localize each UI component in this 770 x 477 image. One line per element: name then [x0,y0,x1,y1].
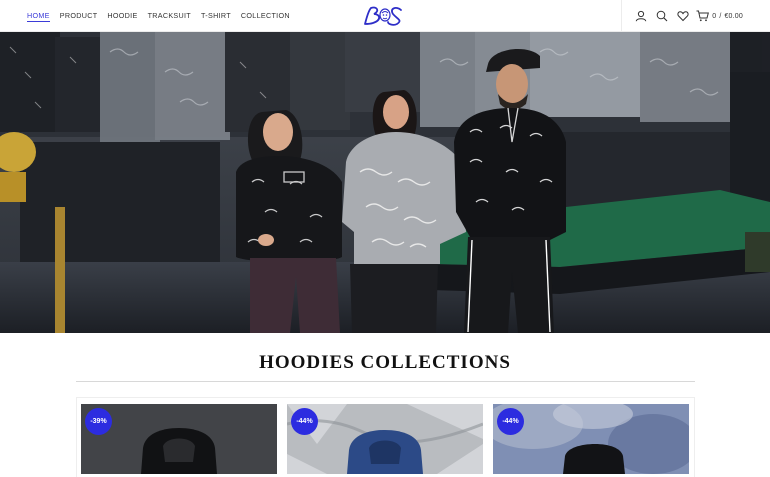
heart-icon[interactable] [672,0,693,32]
main-nav: HOME PRODUCT HOODIE TRACKSUIT T-SHIRT CO… [27,0,290,32]
nav-item-tshirt[interactable]: T-SHIRT [201,11,231,21]
section-title: HOODIES COLLECTIONS [259,352,511,373]
header-divider [621,0,623,32]
site-header: HOME PRODUCT HOODIE TRACKSUIT T-SHIRT CO… [0,0,770,32]
cart-icon [696,10,710,22]
product-card[interactable]: -44% [493,404,689,474]
hero-banner[interactable] [0,32,770,333]
user-icon[interactable] [630,0,651,32]
nav-item-collection[interactable]: COLLECTION [241,11,290,21]
cart-button[interactable]: 0 / €0.00 [696,10,743,22]
product-card[interactable]: -44% [287,404,483,474]
search-icon[interactable] [651,0,672,32]
title-divider [76,381,695,382]
cart-total: €0.00 [724,12,743,20]
discount-badge: -39% [85,408,112,435]
cart-separator: / [719,12,722,20]
nav-item-home[interactable]: HOME [27,11,50,22]
header-tools: 0 / €0.00 [621,0,770,32]
hero-image [0,32,770,333]
cart-count: 0 [712,12,717,20]
discount-badge: -44% [497,408,524,435]
discount-badge: -44% [291,408,318,435]
nav-item-hoodie[interactable]: HOODIE [107,11,137,21]
nav-item-tracksuit[interactable]: TRACKSUIT [148,11,191,21]
product-card[interactable]: -39% [81,404,277,474]
site-logo[interactable] [361,4,409,28]
nav-item-product[interactable]: PRODUCT [60,11,98,21]
